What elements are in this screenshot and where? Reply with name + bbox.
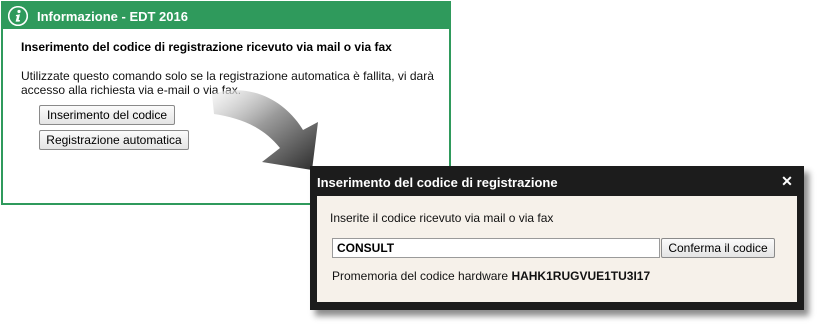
- hardware-code-value: HAHK1RUGVUE1TU3I17: [511, 269, 651, 283]
- info-icon: [8, 6, 28, 26]
- info-heading: Inserimento del codice di registrazione …: [21, 40, 392, 54]
- registration-dialog: Inserimento del codice di registrazione …: [310, 166, 804, 310]
- registration-code-input[interactable]: [332, 238, 660, 258]
- auto-registration-button[interactable]: Registrazione automatica: [39, 130, 189, 150]
- hardware-code-reminder: Promemoria del codice hardware HAHK1RUGV…: [332, 269, 650, 283]
- code-instruction: Inserite il codice ricevuto via mail o v…: [330, 211, 554, 225]
- info-dialog-title: Informazione - EDT 2016: [37, 9, 188, 24]
- registration-dialog-body: Inserite il codice ricevuto via mail o v…: [317, 196, 797, 302]
- info-description: Utilizzate questo comando solo se la reg…: [21, 69, 434, 97]
- hardware-code-label: Promemoria del codice hardware: [332, 269, 509, 283]
- insert-code-button[interactable]: Inserimento del codice: [39, 105, 175, 125]
- registration-dialog-titlebar: Inserimento del codice di registrazione …: [310, 166, 804, 196]
- confirm-code-button[interactable]: Conferma il codice: [661, 238, 775, 258]
- close-icon[interactable]: ✕: [780, 174, 794, 188]
- registration-dialog-title: Inserimento del codice di registrazione: [317, 175, 558, 190]
- info-dialog-titlebar: Informazione - EDT 2016: [3, 3, 449, 29]
